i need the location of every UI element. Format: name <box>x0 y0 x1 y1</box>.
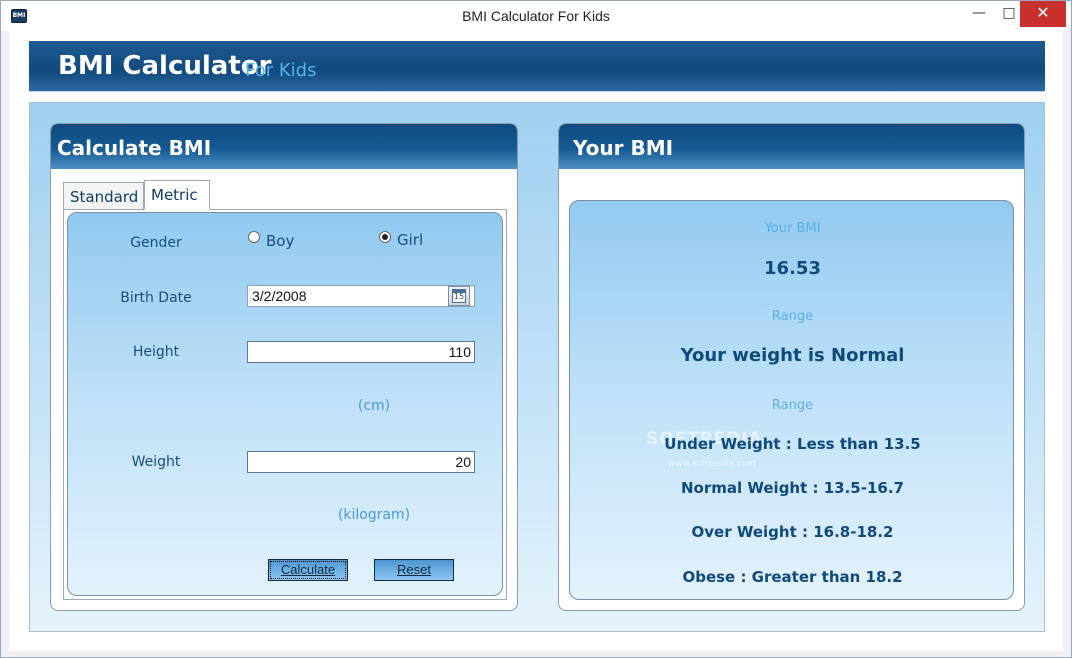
reset-button[interactable]: Reset <box>374 559 454 581</box>
weight-value: 20 <box>455 454 471 470</box>
birth-date-field[interactable]: 3/2/2008 <box>247 285 475 307</box>
tab-metric[interactable]: Metric <box>144 180 210 210</box>
ranges-caption: Range <box>771 398 814 413</box>
weight-field[interactable]: 20 <box>247 451 475 473</box>
bmi-value: 16.53 <box>764 258 821 279</box>
birth-date-value: 3/2/2008 <box>252 288 307 304</box>
title-bar[interactable]: BMI BMI Calculator For Kids — □ ✕ <box>1 1 1071 31</box>
tab-standard[interactable]: Standard <box>63 182 144 210</box>
boy-radio-label[interactable]: Boy <box>266 232 294 250</box>
height-label: Height <box>132 344 180 360</box>
calendar-button[interactable]: 15 <box>448 286 470 306</box>
boy-radio[interactable] <box>248 231 260 243</box>
weight-unit: (kilogram) <box>337 507 411 523</box>
client-area: BMI Calculator For Kids Calculate BMI St… <box>9 31 1063 651</box>
panel-header: Your BMI <box>559 124 1024 169</box>
range-overweight: Over Weight : 16.8-18.2 <box>691 523 894 541</box>
your-bmi-panel: Your BMI Your BMI 16.53 Range Your weigh… <box>558 123 1025 611</box>
birth-date-label: Birth Date <box>120 290 192 306</box>
calendar-day: 15 <box>453 292 465 301</box>
weight-status: Your weight is Normal <box>680 345 905 366</box>
range-caption: Range <box>771 309 814 324</box>
range-obese: Obese : Greater than 18.2 <box>682 568 903 586</box>
banner-subtitle: For Kids <box>245 60 317 81</box>
main-area: Calculate BMI Standard Metric Gender Boy… <box>29 102 1045 632</box>
calendar-icon: 15 <box>452 289 466 303</box>
range-underweight: Under Weight : Less than 13.5 <box>664 435 921 453</box>
height-value: 110 <box>448 344 471 360</box>
panel-title: Your BMI <box>573 136 674 160</box>
metric-form: Gender Boy Girl Birth Date 3/2/2008 15 H… <box>67 212 503 596</box>
close-button[interactable]: ✕ <box>1020 1 1066 27</box>
panel-title: Calculate BMI <box>57 136 212 160</box>
range-normal: Normal Weight : 13.5-16.7 <box>681 479 904 497</box>
tab-content: Gender Boy Girl Birth Date 3/2/2008 15 H… <box>63 209 507 600</box>
calculate-button[interactable]: Calculate <box>268 559 348 581</box>
window-title: BMI Calculator For Kids <box>462 8 610 24</box>
gender-label: Gender <box>130 235 182 251</box>
banner-title: BMI Calculator <box>58 51 272 81</box>
minimize-button[interactable]: — <box>964 1 994 27</box>
girl-radio[interactable] <box>379 231 391 243</box>
height-unit: (cm) <box>357 398 391 414</box>
bmi-caption: Your BMI <box>764 221 821 236</box>
softpedia-watermark-url: www.softpedia.com <box>668 459 756 469</box>
app-window: BMI BMI Calculator For Kids — □ ✕ BMI Ca… <box>0 0 1072 658</box>
height-field[interactable]: 110 <box>247 341 475 363</box>
weight-label: Weight <box>131 454 181 470</box>
header-banner: BMI Calculator For Kids <box>29 41 1045 92</box>
girl-radio-label[interactable]: Girl <box>397 231 423 249</box>
panel-header: Calculate BMI <box>51 124 517 169</box>
result-card: Your BMI 16.53 Range Your weight is Norm… <box>569 200 1014 600</box>
calculate-bmi-panel: Calculate BMI Standard Metric Gender Boy… <box>50 123 518 611</box>
